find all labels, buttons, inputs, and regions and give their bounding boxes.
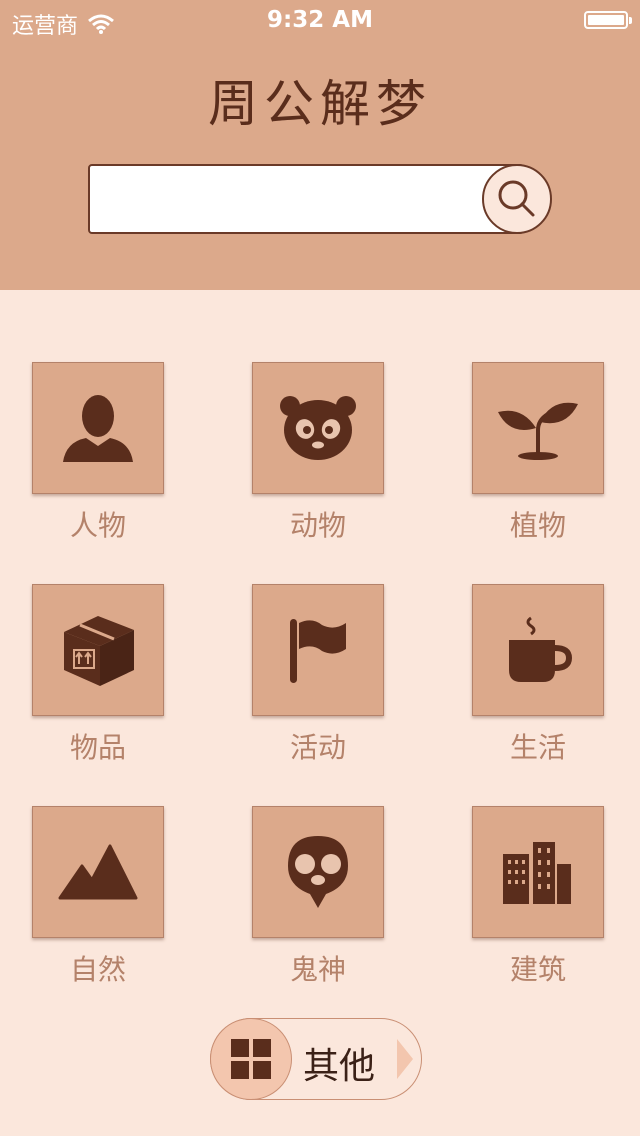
search-button[interactable] [482,164,552,234]
status-time: 9:32 AM [267,7,373,33]
grid-icon [231,1039,271,1079]
category-label-plant: 植物 [509,509,566,542]
battery-icon [584,11,632,29]
category-tile-nature[interactable] [32,806,164,938]
category-label-animal: 动物 [289,509,346,542]
category-label-life: 生活 [509,731,566,764]
header: 运营商 9:32 AM 周公解梦 [0,0,640,290]
search-box [88,164,524,234]
sprout-icon [498,402,578,460]
category-label-person: 人物 [69,509,126,542]
status-bar: 运营商 9:32 AM [0,0,640,40]
ghost-icon [288,836,348,908]
person-icon [63,395,133,462]
panda-icon [280,396,356,460]
mountain-icon [58,844,138,900]
category-label-activity: 活动 [289,731,346,764]
other-button-label: 其他 [303,1046,376,1087]
category-label-item: 物品 [69,731,126,764]
category-tile-animal[interactable] [252,362,384,494]
other-button[interactable]: 其他 [210,1018,422,1100]
category-tile-life[interactable] [472,584,604,716]
box-icon [64,616,134,686]
grid-icon-badge [210,1018,292,1100]
building-icon [503,842,571,904]
category-tile-person[interactable] [32,362,164,494]
chevron-right-icon [397,1039,413,1079]
flag-icon [290,619,346,683]
category-tile-activity[interactable] [252,584,384,716]
search-icon [498,180,535,217]
category-tile-ghost[interactable] [252,806,384,938]
category-label-building: 建筑 [509,953,566,986]
category-label-nature: 自然 [69,953,126,986]
search-input[interactable] [98,174,482,226]
category-label-ghost: 鬼神 [289,953,346,986]
coffee-icon [509,616,573,682]
category-tile-item[interactable] [32,584,164,716]
app-title: 周公解梦 [208,75,432,133]
category-tile-plant[interactable] [472,362,604,494]
category-tile-building[interactable] [472,806,604,938]
